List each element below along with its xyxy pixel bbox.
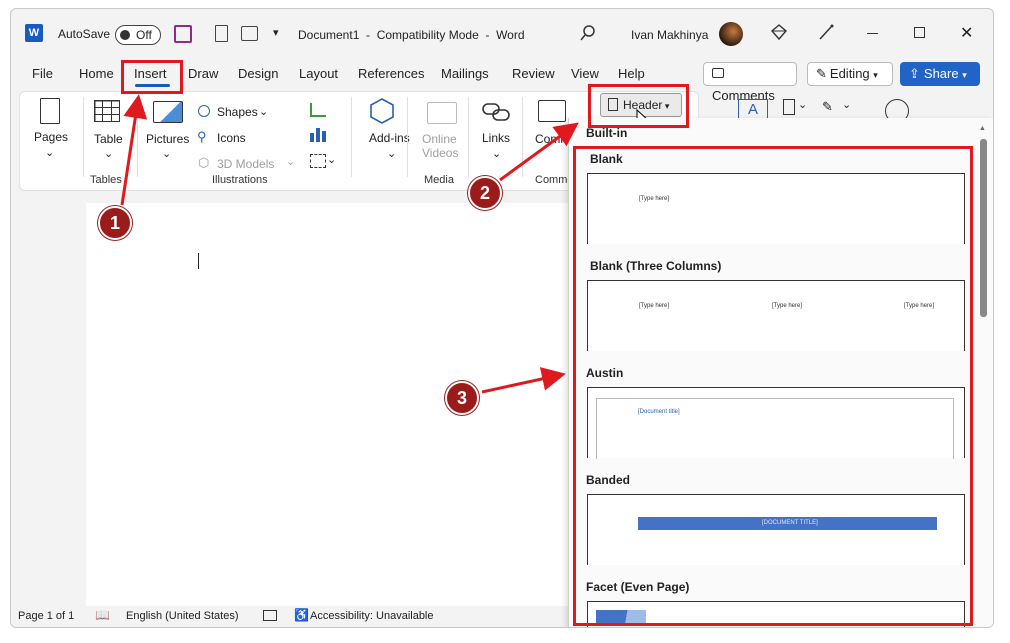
arrow-2 <box>499 122 579 182</box>
annotation-badge-1: 1 <box>98 206 132 240</box>
annotation-badge-3: 3 <box>445 381 479 415</box>
annotation-arrows <box>120 94 579 394</box>
arrow-3 <box>481 367 566 394</box>
arrow-1 <box>120 94 148 206</box>
annotation-badge-2: 2 <box>468 176 502 210</box>
